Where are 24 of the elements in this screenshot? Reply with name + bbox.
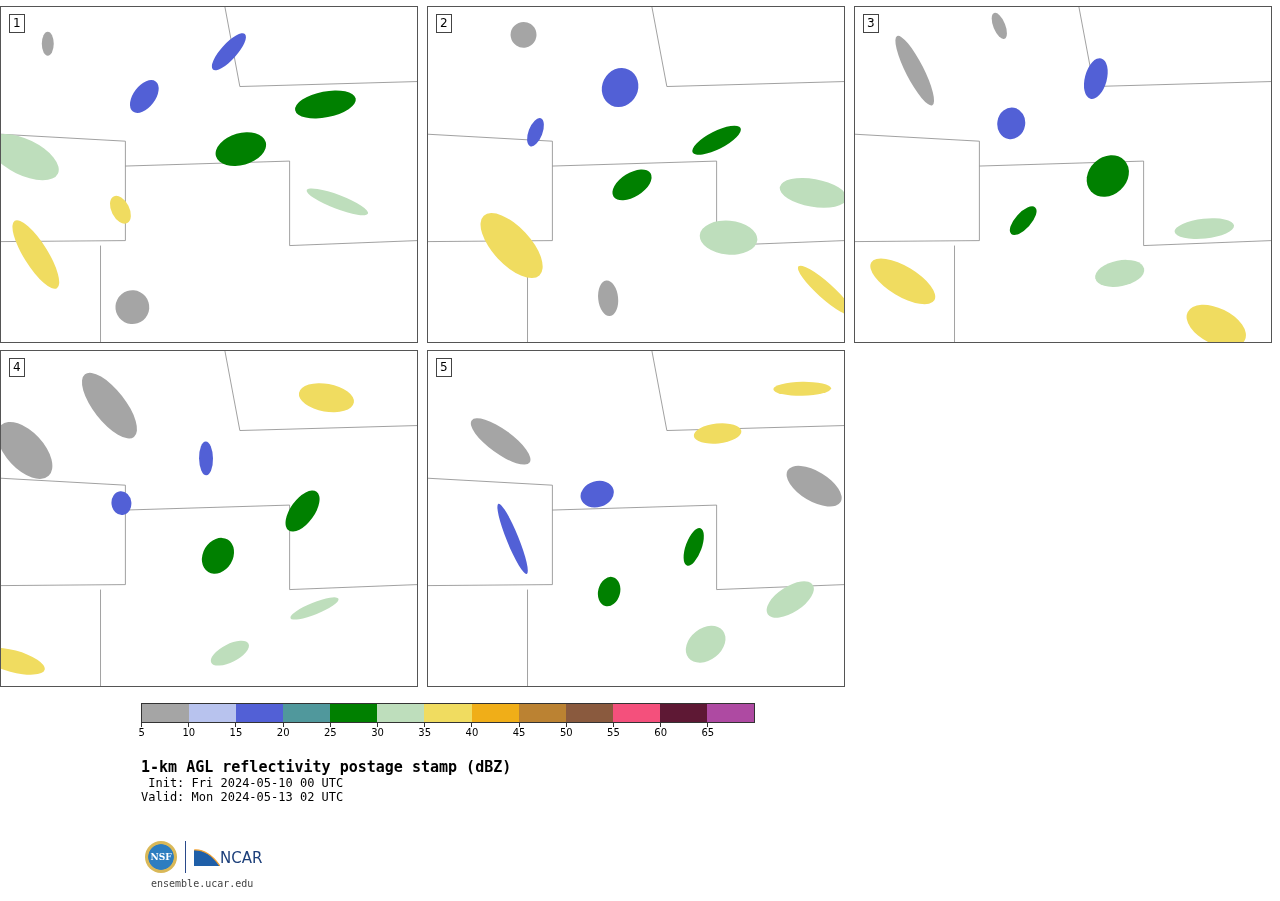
panel-number: 2 bbox=[436, 14, 452, 33]
tick-label: 20 bbox=[276, 727, 290, 739]
panel-number: 5 bbox=[436, 358, 452, 377]
valid-time: Valid: Mon 2024-05-13 02 UTC bbox=[141, 790, 345, 804]
chart-title: 1-km AGL reflectivity postage stamp (dBZ) bbox=[141, 759, 513, 776]
tick-label: 10 bbox=[182, 727, 196, 739]
tick-label: 35 bbox=[418, 727, 432, 739]
tick-label: 55 bbox=[607, 727, 620, 739]
tick-label: 15 bbox=[229, 727, 243, 739]
tick-label: 65 bbox=[701, 727, 715, 739]
tick-label: 60 bbox=[654, 727, 667, 739]
panel-number: 1 bbox=[9, 14, 25, 33]
seal-logo: NSF bbox=[145, 841, 177, 873]
panel-number: 4 bbox=[9, 358, 25, 377]
tick-label: 40 bbox=[465, 727, 479, 739]
tick-label: 25 bbox=[323, 727, 337, 739]
tick-label: 30 bbox=[371, 727, 384, 739]
ncar-logo: NCAR bbox=[194, 848, 263, 866]
panel-number: 3 bbox=[863, 14, 879, 33]
tick-label: 50 bbox=[559, 727, 573, 739]
tick-label: 5 bbox=[138, 727, 145, 739]
tick-label: 45 bbox=[512, 727, 526, 739]
init-time: Init: Fri 2024-05-10 00 UTC bbox=[147, 776, 345, 790]
site-url: ensemble.ucar.edu bbox=[151, 878, 255, 889]
